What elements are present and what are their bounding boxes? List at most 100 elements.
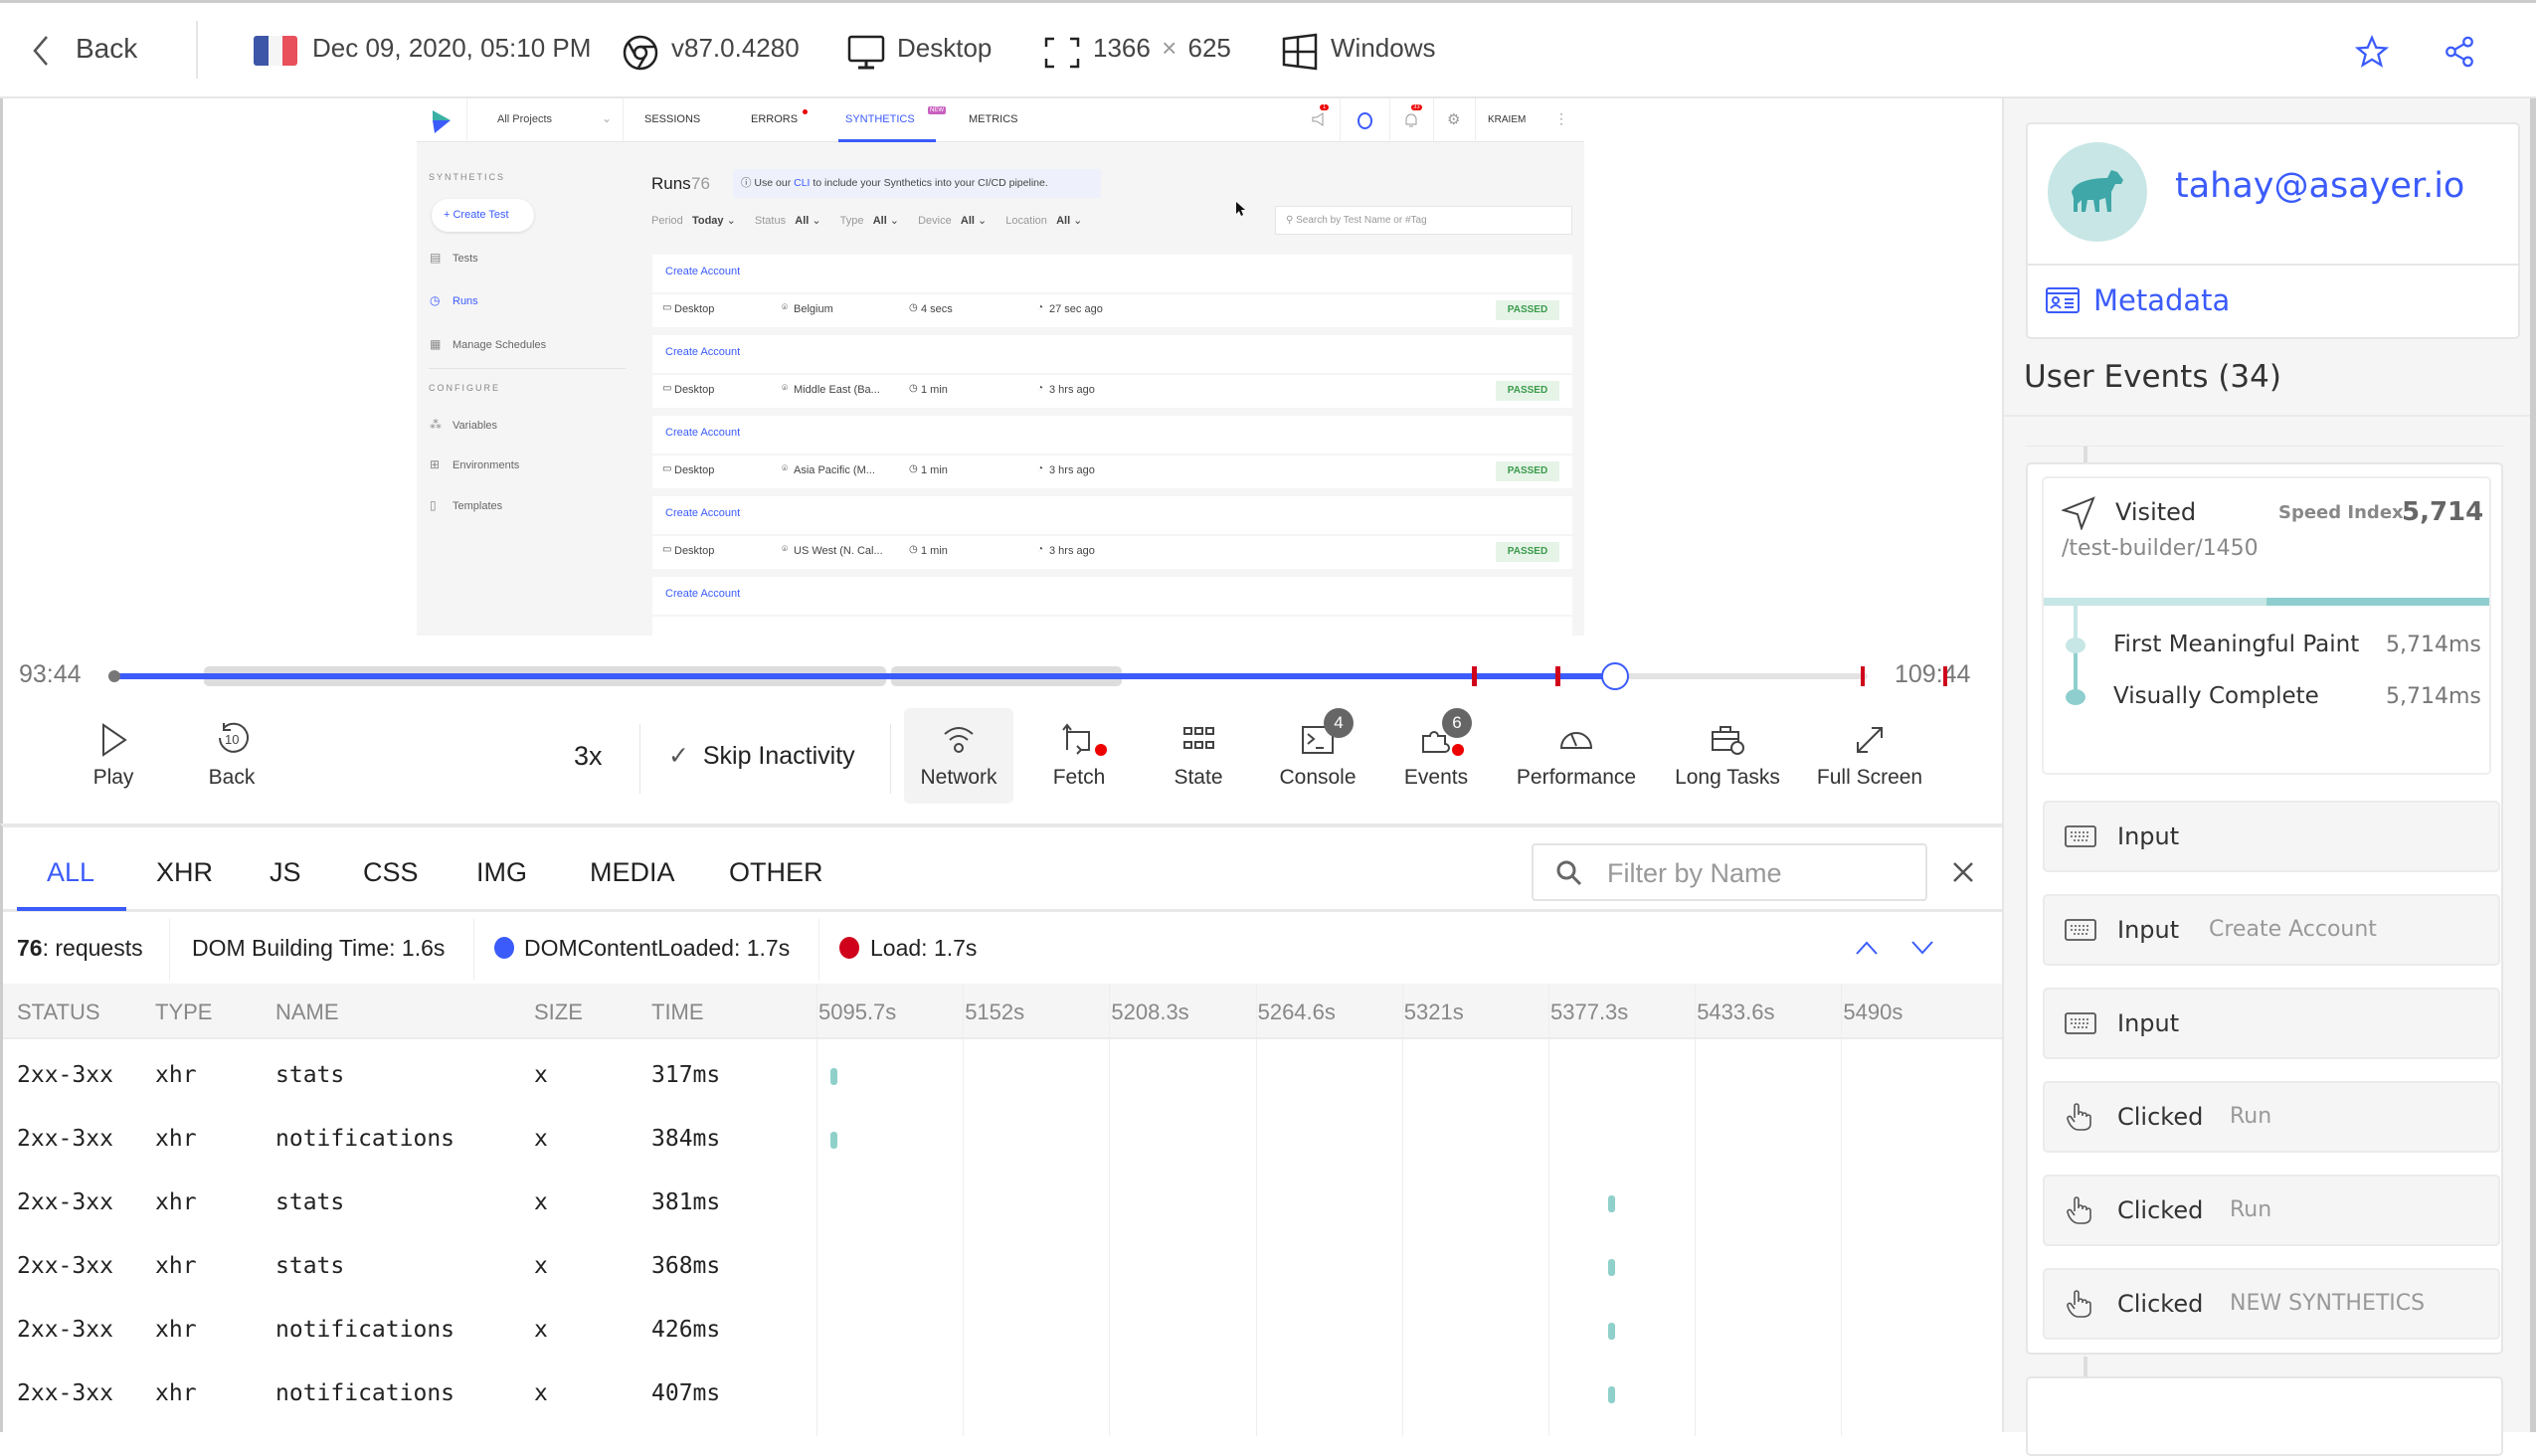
- back-button[interactable]: Back: [30, 25, 149, 75]
- announcement-icon[interactable]: [1312, 112, 1326, 128]
- resolution-height: 625: [1187, 33, 1231, 63]
- run-card[interactable]: Create Account: [652, 255, 1572, 292]
- run-card[interactable]: Create Account: [652, 496, 1572, 534]
- stopwatch-icon: ◷: [430, 293, 441, 307]
- sidebar-item-runs[interactable]: Runs: [453, 295, 478, 307]
- run-card[interactable]: Create Account: [652, 577, 1572, 615]
- run-card[interactable]: Create Account: [652, 335, 1572, 373]
- nav-metrics[interactable]: METRICS: [969, 113, 1018, 125]
- tab-other[interactable]: OTHER: [729, 857, 823, 888]
- session-replay-player[interactable]: All Projects ⌄ SESSIONS ERRORS SYNTHETIC…: [0, 98, 2002, 637]
- play-button[interactable]: Play: [59, 708, 168, 804]
- sidebar-item-tests[interactable]: Tests: [453, 253, 478, 265]
- test-search-input[interactable]: ⚲ Search by Test Name or #Tag: [1275, 206, 1572, 235]
- tool-events-button[interactable]: Events 6: [1381, 708, 1491, 804]
- run-card[interactable]: Create Account: [652, 416, 1572, 454]
- filters-row: Period Today ⌄ Status All ⌄ Type All ⌄ D…: [651, 214, 1082, 227]
- tool-long-tasks-button[interactable]: Long Tasks: [1673, 708, 1782, 804]
- sidebar-item-environments[interactable]: Environments: [453, 459, 519, 471]
- run-device: Desktop: [674, 464, 715, 476]
- col-name[interactable]: NAME: [275, 1000, 339, 1025]
- skip-inactivity-toggle[interactable]: ✓ Skip Inactivity: [668, 741, 855, 771]
- stopwatch-icon: ◷: [909, 302, 918, 313]
- nav-synthetics[interactable]: SYNTHETICS: [845, 113, 915, 125]
- sidebar-item-manage-schedules[interactable]: Manage Schedules: [453, 339, 546, 351]
- tool-label: Long Tasks: [1675, 766, 1780, 789]
- tab-js[interactable]: JS: [270, 857, 301, 888]
- navigation-arrow-icon: [2062, 496, 2095, 530]
- tool-state-button[interactable]: State: [1144, 708, 1253, 804]
- session-date: Dec 09, 2020, 05:10 PM: [312, 33, 592, 63]
- visited-event[interactable]: Visited Speed Index 5,714 /test-builder/…: [2042, 476, 2491, 775]
- request-row[interactable]: 2xx-3xx xhr stats x 368ms: [3, 1235, 2002, 1299]
- create-test-button[interactable]: + Create Test: [432, 199, 534, 232]
- waterfall-tick: 5095.7s: [818, 1000, 897, 1024]
- tool-performance-button[interactable]: Performance: [1517, 708, 1636, 804]
- template-icon: ▯: [430, 498, 437, 512]
- row-status: 2xx-3xx: [17, 1380, 113, 1406]
- fmp-dot: [2066, 637, 2085, 653]
- filter-location[interactable]: Location All ⌄: [1005, 215, 1082, 227]
- tool-full-screen-button[interactable]: Full Screen: [1815, 708, 1924, 804]
- metadata-button[interactable]: Metadata: [2046, 273, 2344, 329]
- tool-network-button[interactable]: Network: [904, 708, 1013, 804]
- share-icon[interactable]: [2443, 35, 2476, 69]
- sidebar-item-variables[interactable]: Variables: [453, 420, 497, 432]
- user-event-item[interactable]: Input: [2043, 988, 2500, 1059]
- bell-icon[interactable]: [1404, 112, 1418, 128]
- status-badge: PASSED: [1496, 300, 1559, 320]
- grid-icon: [1183, 727, 1214, 749]
- user-event-item[interactable]: Input: [2043, 801, 2500, 872]
- user-event-item[interactable]: Clicked Run: [2043, 1175, 2500, 1246]
- run-title[interactable]: Create Account: [665, 266, 740, 277]
- request-row[interactable]: 2xx-3xx xhr stats x 317ms: [3, 1044, 2002, 1108]
- user-menu[interactable]: KRAIEM: [1488, 114, 1526, 125]
- user-event-item[interactable]: Clicked NEW SYNTHETICS: [2043, 1268, 2500, 1340]
- back-10-button[interactable]: 10 Back: [177, 708, 286, 804]
- speed-button[interactable]: 3x: [574, 741, 603, 772]
- col-time[interactable]: TIME: [651, 1000, 704, 1025]
- nav-sessions[interactable]: SESSIONS: [644, 113, 700, 125]
- user-email[interactable]: tahay@asayer.io: [2175, 166, 2464, 206]
- close-icon[interactable]: [1952, 861, 1974, 883]
- request-row[interactable]: 2xx-3xx xhr notifications x 407ms: [3, 1363, 2002, 1426]
- star-icon[interactable]: [2355, 35, 2389, 69]
- sidebar-item-templates[interactable]: Templates: [453, 500, 502, 512]
- settings-icon[interactable]: ⚙: [1447, 110, 1460, 128]
- request-row[interactable]: 2xx-3xx xhr notifications x 426ms: [3, 1299, 2002, 1363]
- tab-img[interactable]: IMG: [476, 857, 527, 888]
- run-title[interactable]: Create Account: [665, 346, 740, 358]
- run-location: Asia Pacific (M...: [794, 464, 875, 476]
- chevron-up-icon[interactable]: [1855, 940, 1879, 956]
- nav-errors[interactable]: ERRORS: [751, 113, 798, 125]
- col-status[interactable]: STATUS: [17, 1000, 100, 1025]
- user-event-item[interactable]: Clicked Run: [2043, 1081, 2500, 1153]
- cli-link[interactable]: CLI: [794, 177, 810, 189]
- row-size: x: [534, 1317, 548, 1343]
- tab-all[interactable]: ALL: [47, 857, 94, 888]
- filter-type[interactable]: Type All ⌄: [840, 215, 899, 227]
- run-title[interactable]: Create Account: [665, 588, 740, 600]
- project-selector[interactable]: All Projects: [497, 113, 552, 125]
- filter-status[interactable]: Status All ⌄: [755, 215, 821, 227]
- run-title[interactable]: Create Account: [665, 427, 740, 439]
- chevron-down-icon[interactable]: [1910, 940, 1934, 956]
- tool-console-button[interactable]: Console 4: [1263, 708, 1372, 804]
- user-event-item[interactable]: Input Create Account: [2043, 894, 2500, 966]
- back-seconds: 10: [225, 732, 240, 747]
- filter-by-name-input[interactable]: Filter by Name: [1532, 843, 1927, 901]
- request-row[interactable]: 2xx-3xx xhr stats x 381ms: [3, 1172, 2002, 1235]
- col-size[interactable]: SIZE: [534, 1000, 583, 1025]
- tab-css[interactable]: CSS: [363, 857, 419, 888]
- col-type[interactable]: TYPE: [155, 1000, 212, 1025]
- more-icon[interactable]: ⋮: [1554, 110, 1568, 127]
- filter-period[interactable]: Period Today ⌄: [651, 215, 736, 227]
- request-row[interactable]: 2xx-3xx xhr notifications x 384ms: [3, 1108, 2002, 1172]
- tool-fetch-button[interactable]: Fetch: [1024, 708, 1134, 804]
- run-title[interactable]: Create Account: [665, 507, 740, 519]
- filter-device[interactable]: Device All ⌄: [918, 215, 987, 227]
- tab-xhr[interactable]: XHR: [156, 857, 213, 888]
- waterfall-bar: [829, 1132, 837, 1149]
- timeline-scrubber-handle[interactable]: [1601, 662, 1630, 690]
- tab-media[interactable]: MEDIA: [590, 857, 675, 888]
